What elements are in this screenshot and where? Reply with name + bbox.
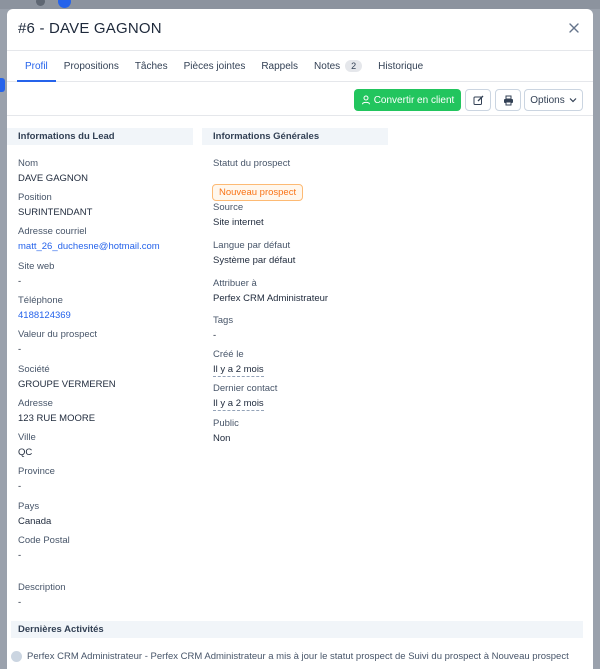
options-label: Options xyxy=(530,94,565,106)
field-value: SURINTENDANT xyxy=(18,207,93,218)
field-label: Adresse courriel xyxy=(18,226,87,237)
convert-to-client-button[interactable]: Convertir en client xyxy=(354,89,461,111)
field-label: Adresse xyxy=(18,398,53,409)
activity-text: Perfex CRM Administrateur - Perfex CRM A… xyxy=(27,651,569,662)
field-label: Dernier contact xyxy=(213,383,278,394)
phone-link[interactable]: 4188124369 xyxy=(18,310,71,321)
modal-header: #6 - DAVE GAGNON xyxy=(7,9,593,51)
field-value: DAVE GAGNON xyxy=(18,173,89,184)
lead-info-heading: Informations du Lead xyxy=(7,128,193,145)
field-value: - xyxy=(213,330,217,341)
field-value: - xyxy=(18,344,22,355)
field-value: Site internet xyxy=(213,217,264,228)
field-value: Perfex CRM Administrateur xyxy=(213,293,329,304)
lead-modal: #6 - DAVE GAGNON Profil Propositions Tâc… xyxy=(7,9,593,669)
field-label: Source xyxy=(213,202,244,213)
tab-label: Profil xyxy=(25,61,48,72)
field-label: Créé le xyxy=(213,349,244,360)
field-label: Public xyxy=(213,418,239,429)
field-label: Pays xyxy=(18,501,40,512)
field-label: Nom xyxy=(18,158,39,169)
toolbar: Convertir en client Options xyxy=(7,82,593,116)
created-date: Il y a 2 mois xyxy=(213,364,264,377)
chevron-down-icon xyxy=(569,98,577,103)
status-badge: Nouveau prospect xyxy=(212,184,304,201)
field-label: Langue par défaut xyxy=(213,240,291,251)
convert-label: Convertir en client xyxy=(373,94,455,106)
edit-button[interactable] xyxy=(465,89,491,111)
field-label: Téléphone xyxy=(18,295,63,306)
tab-label: Historique xyxy=(378,61,424,72)
field-label: Attribuer à xyxy=(213,278,257,289)
field-label: Site web xyxy=(18,261,55,272)
tab-label: Propositions xyxy=(63,61,119,72)
field-label: Statut du prospect xyxy=(213,158,291,169)
print-button[interactable] xyxy=(495,89,521,111)
field-label: Position xyxy=(18,192,52,203)
page-backdrop xyxy=(0,0,600,9)
activity-item: Perfex CRM Administrateur - Perfex CRM A… xyxy=(11,651,583,662)
tab-label: Rappels xyxy=(261,61,299,72)
close-icon[interactable] xyxy=(567,21,581,35)
field-value: Système par défaut xyxy=(213,255,296,266)
tab-label: Pièces jointes xyxy=(183,61,246,72)
field-value: GROUPE VERMEREN xyxy=(18,379,116,390)
activities-heading: Dernières Activités xyxy=(11,621,583,638)
field-value: Canada xyxy=(18,516,52,527)
field-label: Tags xyxy=(213,315,234,326)
tab-taches[interactable]: Tâches xyxy=(127,61,176,81)
email-link[interactable]: matt_26_duchesne@hotmail.com xyxy=(18,241,160,252)
tab-propositions[interactable]: Propositions xyxy=(56,61,127,81)
field-value: - xyxy=(18,597,22,608)
field-label: Valeur du prospect xyxy=(18,329,98,340)
tab-bar: Profil Propositions Tâches Pièces jointe… xyxy=(7,51,593,82)
tab-historique[interactable]: Historique xyxy=(370,61,431,81)
edit-icon xyxy=(473,95,483,105)
background-sidebar-tab xyxy=(0,78,5,92)
tab-label: Notes xyxy=(314,60,341,72)
field-label: Province xyxy=(18,466,55,477)
modal-title: #6 - DAVE GAGNON xyxy=(18,20,162,37)
tab-notes[interactable]: Notes 2 xyxy=(306,60,370,81)
tab-pieces-jointes[interactable]: Pièces jointes xyxy=(176,61,254,81)
avatar xyxy=(11,651,22,662)
last-contact-date: Il y a 2 mois xyxy=(213,398,264,411)
field-value: - xyxy=(18,481,22,492)
user-icon xyxy=(361,95,370,105)
print-icon xyxy=(503,95,513,105)
tab-profil[interactable]: Profil xyxy=(17,61,56,82)
tab-rappels[interactable]: Rappels xyxy=(253,61,306,81)
options-dropdown[interactable]: Options xyxy=(524,89,583,111)
general-info-heading: Informations Générales xyxy=(202,128,388,145)
field-label: Description xyxy=(18,582,66,593)
field-value: - xyxy=(18,550,22,561)
field-value: - xyxy=(18,276,22,287)
field-value: 123 RUE MOORE xyxy=(18,413,96,424)
field-label: Société xyxy=(18,364,50,375)
field-label: Code Postal xyxy=(18,535,70,546)
field-value: Non xyxy=(213,433,231,444)
tab-label: Tâches xyxy=(134,61,168,72)
notes-count-badge: 2 xyxy=(345,60,363,72)
field-label: Ville xyxy=(18,432,36,443)
field-value: QC xyxy=(18,447,33,458)
